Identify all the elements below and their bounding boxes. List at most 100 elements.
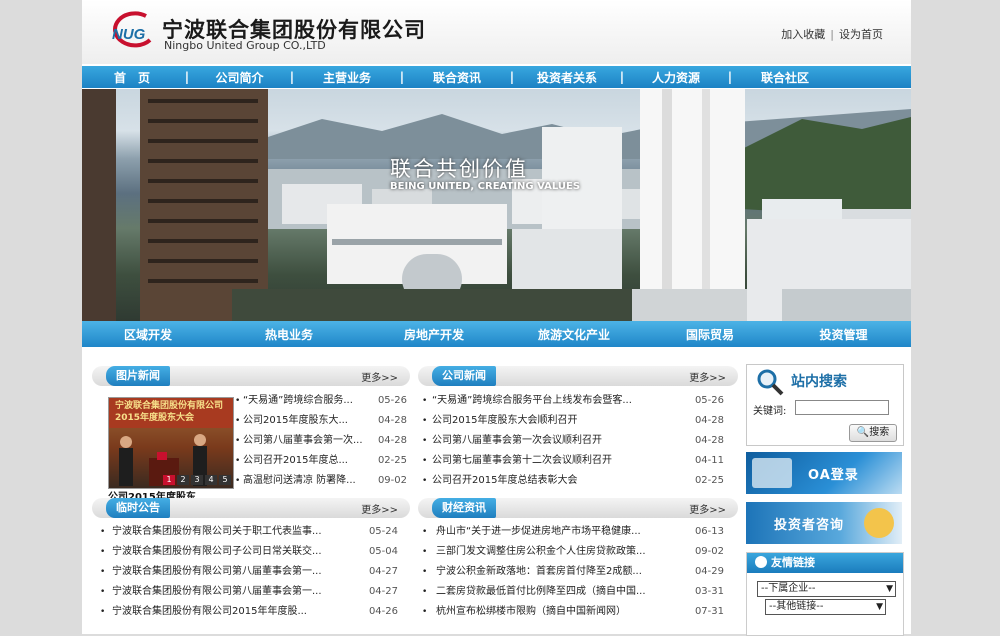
photo-pager: 1 2 3 4 5: [163, 475, 231, 485]
list-item[interactable]: • 公司第八届董事会第一次会议顺利召开 04-28: [422, 431, 724, 451]
list-item[interactable]: • 宁波联合集团股份有限公司第八届董事会第一... 04-27: [100, 582, 398, 602]
chevron-down-icon: ▼: [886, 584, 893, 594]
list-item[interactable]: • 公司2015年度股东大... 04-28: [235, 411, 407, 431]
brand-name-en: Ningbo United Group CO.,LTD: [164, 39, 326, 52]
finance-news-list: • 舟山市“关于进一步促进房地产市场平稳健康... 06-13 • 三部门发文调整住房…: [422, 522, 724, 622]
subnav-tourism-culture[interactable]: 旅游文化产业: [504, 326, 644, 343]
nav-community[interactable]: 联合社区: [735, 69, 835, 86]
add-favorite-link[interactable]: 加入收藏: [781, 28, 825, 41]
company-news-panel: 公司新闻 更多>> • “天易通”跨境综合服务平台上线发布会暨客... 05-26 …: [418, 366, 738, 496]
friend-links-box: 友情链接 --下属企业-- ▼ --其他链接-- ▼: [746, 552, 904, 636]
set-homepage-link[interactable]: 设为首页: [839, 28, 883, 41]
investor-inquiry-label: 投资者咨询: [774, 518, 845, 533]
search-button-label: 搜索: [869, 427, 890, 438]
company-logo[interactable]: NUG: [102, 10, 162, 52]
computer-icon: [752, 458, 792, 488]
nav-business[interactable]: 主营业务: [297, 69, 397, 86]
friend-links-header: 友情链接: [747, 553, 903, 573]
search-button[interactable]: 🔍搜索: [849, 424, 897, 442]
list-item[interactable]: • 二套房贷款最低首付比例降至四成（摘自中国... 03-31: [422, 582, 724, 602]
subnav-regional-development[interactable]: 区域开发: [82, 326, 214, 343]
list-item[interactable]: • 宁波联合集团股份有限公司子公司日常关联交... 05-04: [100, 542, 398, 562]
subnav-thermal-power[interactable]: 热电业务: [214, 326, 364, 343]
list-item[interactable]: • 三部门发文调整住房公积金个人住房贷款政策... 09-02: [422, 542, 724, 562]
company-news-title: 公司新闻: [432, 366, 496, 386]
photo-pager-4[interactable]: 4: [205, 475, 217, 485]
notices-panel: 临时公告 更多>> • 宁波联合集团股份有限公司关于职工代表监事... 05-24 …: [92, 498, 410, 634]
list-item[interactable]: • 公司召开2015年度总结表彰大会 02-25: [422, 471, 724, 491]
list-item[interactable]: • 宁波联合集团股份有限公司关于职工代表监事... 05-24: [100, 522, 398, 542]
divider: |: [830, 28, 834, 41]
list-item[interactable]: • “天易通”跨境综合服务平台上线发布会暨客... 05-26: [422, 391, 724, 411]
site-search-box: 站内搜索 关键词: 🔍搜索: [746, 364, 904, 446]
other-links-select[interactable]: --其他链接-- ▼: [765, 599, 886, 615]
finance-news-more-link[interactable]: 更多>>: [689, 501, 726, 516]
logo-text: NUG: [112, 26, 146, 43]
list-item[interactable]: • 宁波联合集团股份有限公司2015年年度股... 04-26: [100, 602, 398, 622]
nav-separator: |: [399, 70, 405, 84]
list-item[interactable]: • 舟山市“关于进一步促进房地产市场平稳健康... 06-13: [422, 522, 724, 542]
subnav-trade[interactable]: 国际贸易: [644, 326, 776, 343]
search-input[interactable]: [795, 400, 889, 415]
photo-news-more-link[interactable]: 更多>>: [361, 369, 398, 384]
photo-news-header: 图片新闻 更多>>: [92, 366, 410, 386]
pen-icon: [864, 508, 894, 538]
notices-title: 临时公告: [106, 498, 170, 518]
list-item[interactable]: • 杭州宣布松绑楼市限购（摘自中国新闻网） 07-31: [422, 602, 724, 622]
subnav-investment[interactable]: 投资管理: [776, 326, 911, 343]
photo-pager-1[interactable]: 1: [163, 475, 175, 485]
nav-separator: |: [289, 70, 295, 84]
notices-header: 临时公告 更多>>: [92, 498, 410, 518]
arrow-circle-icon: [755, 556, 767, 568]
photo-news-list: • “天易通”跨境综合服务... 05-26 • 公司2015年度股东大... 04-2…: [235, 391, 407, 491]
nav-investor[interactable]: 投资者关系: [517, 69, 617, 86]
list-item[interactable]: • 公司召开2015年度总... 02-25: [235, 451, 407, 471]
keyword-label: 关键词:: [753, 406, 787, 417]
photo-banner-text: 宁波联合集团股份有限公司 2015年度股东大会: [115, 401, 224, 423]
search-icon: 🔍: [856, 427, 870, 438]
nav-separator: |: [619, 70, 625, 84]
chevron-down-icon: ▼: [876, 602, 883, 612]
list-item[interactable]: • 公司2015年度股东大会顺利召开 04-28: [422, 411, 724, 431]
list-item[interactable]: • 高温慰问送清凉 防署降... 09-02: [235, 471, 407, 491]
site-search-title: 站内搜索: [791, 374, 847, 390]
nav-about[interactable]: 公司简介: [192, 69, 287, 86]
other-links-select-value: --其他链接--: [769, 601, 824, 612]
investor-inquiry-tile[interactable]: 投资者咨询: [746, 502, 902, 544]
oa-login-label: OA登录: [808, 468, 859, 483]
header: NUG 宁波联合集团股份有限公司 Ningbo United Group CO.…: [82, 0, 911, 64]
subsidiary-select-value: --下属企业--: [761, 583, 816, 594]
page: NUG 宁波联合集团股份有限公司 Ningbo United Group CO.…: [82, 0, 911, 636]
finance-news-title: 财经资讯: [432, 498, 496, 518]
nav-hr[interactable]: 人力资源: [627, 69, 725, 86]
news-photo[interactable]: 宁波联合集团股份有限公司 2015年度股东大会 1 2 3 4 5: [108, 397, 234, 489]
list-item[interactable]: • 公司第七届董事会第十二次会议顺利召开 04-11: [422, 451, 724, 471]
photo-pager-5[interactable]: 5: [219, 475, 231, 485]
banner-slogan-cn: 联合共创价值: [390, 157, 528, 181]
subsidiary-select[interactable]: --下属企业-- ▼: [757, 581, 896, 597]
list-item[interactable]: • “天易通”跨境综合服务... 05-26: [235, 391, 407, 411]
business-nav: 区域开发 热电业务 房地产开发 旅游文化产业 国际贸易 投资管理: [82, 321, 911, 347]
nav-news[interactable]: 联合资讯: [407, 69, 507, 86]
finance-news-header: 财经资讯 更多>>: [418, 498, 738, 518]
photo-pager-3[interactable]: 3: [191, 475, 203, 485]
notices-more-link[interactable]: 更多>>: [361, 501, 398, 516]
subnav-real-estate[interactable]: 房地产开发: [364, 326, 504, 343]
photo-pager-2[interactable]: 2: [177, 475, 189, 485]
photo-news-panel: 图片新闻 更多>> 宁波联合集团股份有限公司 2015年度股东大会 1 2 3 …: [92, 366, 410, 503]
main-nav: 首 页 | 公司简介 | 主营业务 | 联合资讯 | 投资者关系 | 人力资源 …: [82, 66, 911, 88]
finance-news-panel: 财经资讯 更多>> • 舟山市“关于进一步促进房地产市场平稳健康... 06-13 …: [418, 498, 738, 634]
list-item[interactable]: • 宁波公积金新政落地：首套房首付降至2成额... 04-29: [422, 562, 724, 582]
notices-list: • 宁波联合集团股份有限公司关于职工代表监事... 05-24 • 宁波联合集团股份有…: [100, 522, 398, 622]
photo-news-title: 图片新闻: [106, 366, 170, 386]
company-news-more-link[interactable]: 更多>>: [689, 369, 726, 384]
city-skyline-illustration: [82, 89, 911, 321]
company-news-list: • “天易通”跨境综合服务平台上线发布会暨客... 05-26 • 公司2015年度股…: [422, 391, 724, 491]
list-item[interactable]: • 公司第八届董事会第一次... 04-28: [235, 431, 407, 451]
oa-login-tile[interactable]: OA登录: [746, 452, 902, 494]
hero-banner: 联合共创价值 BEING UNITED, CREATING VALUES: [82, 89, 911, 321]
nav-separator: |: [727, 70, 733, 84]
magnifier-icon: [757, 369, 784, 396]
list-item[interactable]: • 宁波联合集团股份有限公司第八届董事会第一... 04-27: [100, 562, 398, 582]
nav-home[interactable]: 首 页: [82, 69, 182, 86]
